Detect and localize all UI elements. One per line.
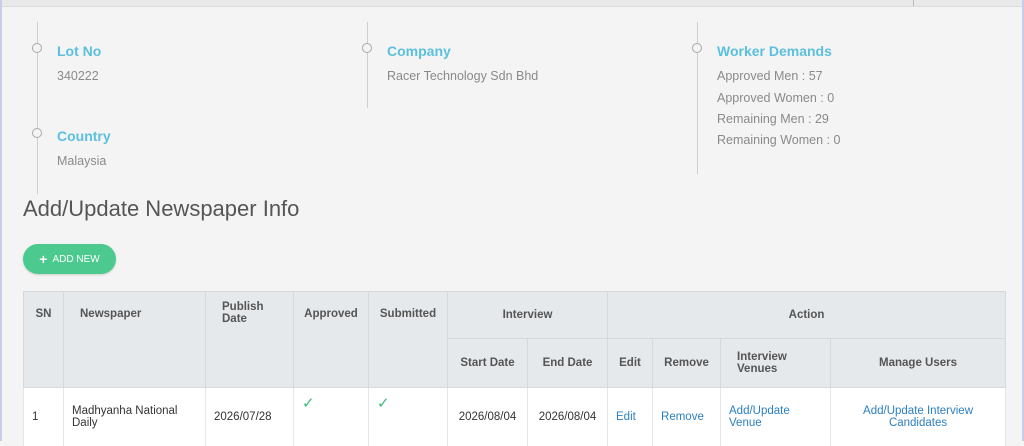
- add-new-button[interactable]: + ADD NEW: [23, 244, 116, 274]
- cell-start-date: 2026/08/04: [448, 388, 528, 446]
- company-title: Company: [387, 43, 451, 59]
- approved-women: Approved Women : 0: [717, 91, 834, 105]
- header-manage-users: Manage Users: [831, 339, 1006, 388]
- plus-icon: +: [39, 252, 47, 266]
- country-title: Country: [57, 128, 111, 144]
- timeline-dot-company: [362, 43, 372, 53]
- header-edit: Edit: [608, 339, 653, 388]
- timeline-dot-worker-demands: [692, 43, 702, 53]
- submitted-check-icon: ✓: [377, 395, 390, 412]
- timeline-dot-lot: [32, 43, 42, 53]
- cell-newspaper: Madhyanha National Daily: [64, 388, 206, 446]
- remove-link[interactable]: Remove: [661, 411, 704, 423]
- header-start-date: Start Date: [448, 339, 528, 388]
- lot-no-value: 340222: [57, 69, 99, 83]
- page-title: Add/Update Newspaper Info: [23, 196, 299, 222]
- header-end-date: End Date: [528, 339, 608, 388]
- newspaper-table: SN Newspaper Publish Date Approved Submi…: [23, 291, 1006, 446]
- cell-sn: 1: [24, 388, 64, 446]
- approved-check-icon: ✓: [302, 395, 315, 412]
- timeline-dot-country: [32, 128, 42, 138]
- timeline-line-2: [367, 22, 368, 108]
- country-value: Malaysia: [57, 154, 106, 168]
- lot-no-title: Lot No: [57, 43, 101, 59]
- company-value: Racer Technology Sdn Bhd: [387, 69, 538, 83]
- header-publish-date: Publish Date: [206, 292, 294, 388]
- header-sn: SN: [24, 292, 64, 388]
- top-bar: [2, 0, 1022, 7]
- top-bar-divider: [913, 0, 914, 6]
- add-update-venue-link[interactable]: Add/Update Venue: [729, 405, 790, 429]
- header-approved: Approved: [294, 292, 369, 388]
- worker-demands-title: Worker Demands: [717, 43, 832, 59]
- edit-link[interactable]: Edit: [616, 411, 636, 423]
- header-action: Action: [608, 292, 1006, 339]
- header-newspaper: Newspaper: [64, 292, 206, 388]
- approved-men: Approved Men : 57: [717, 69, 823, 83]
- remaining-women: Remaining Women : 0: [717, 133, 840, 147]
- table-row: 1 Madhyanha National Daily 2026/07/28 ✓ …: [24, 388, 1006, 446]
- header-submitted: Submitted: [369, 292, 448, 388]
- header-remove: Remove: [653, 339, 721, 388]
- remaining-men: Remaining Men : 29: [717, 112, 829, 126]
- add-update-candidates-link[interactable]: Add/Update Interview Candidates: [863, 405, 973, 429]
- add-new-label: ADD NEW: [52, 254, 99, 265]
- header-interview-venues: Interview Venues: [721, 339, 831, 388]
- header-interview: Interview: [448, 292, 608, 339]
- cell-end-date: 2026/08/04: [528, 388, 608, 446]
- cell-publish-date: 2026/07/28: [206, 388, 294, 446]
